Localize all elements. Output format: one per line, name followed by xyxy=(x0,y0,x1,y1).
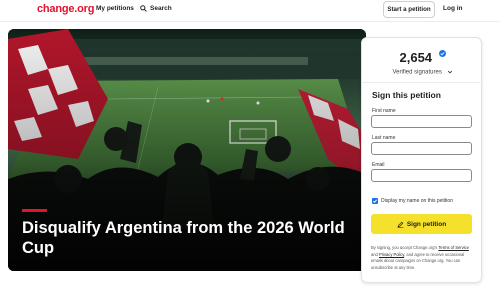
display-name-checkbox[interactable] xyxy=(372,198,378,204)
signature-count-row: 2,654 xyxy=(362,49,483,67)
legal-disclaimer: By signing, you accept Change.org's Term… xyxy=(371,245,475,271)
signature-count: 2,654 xyxy=(399,50,433,65)
display-name-label: Display my name on this petition xyxy=(381,198,453,204)
my-petitions-link[interactable]: My petitions xyxy=(96,5,134,12)
search-icon xyxy=(140,5,147,12)
privacy-policy-link[interactable]: Privacy Policy xyxy=(379,252,404,257)
sign-petition-button[interactable]: Sign petition xyxy=(371,214,472,234)
email-label: Email xyxy=(372,162,385,168)
login-link[interactable]: Log in xyxy=(443,5,463,12)
title-accent-bar xyxy=(22,209,47,212)
search-link[interactable]: Search xyxy=(140,5,172,12)
first-name-field[interactable] xyxy=(371,115,472,128)
petition-hero-image: Disqualify Argentina from the 2026 World… xyxy=(8,29,366,271)
email-field[interactable] xyxy=(371,169,472,182)
card-divider xyxy=(362,82,483,83)
sign-form-heading: Sign this petition xyxy=(372,90,441,100)
change-org-logo[interactable]: change.org xyxy=(37,3,94,15)
verified-signatures-label: Verified signatures xyxy=(392,69,442,76)
search-label: Search xyxy=(150,5,172,12)
petition-title: Disqualify Argentina from the 2026 World… xyxy=(22,219,345,257)
legal-text-1: By signing, you accept Change.org's xyxy=(371,245,439,250)
sign-petition-label: Sign petition xyxy=(406,220,447,228)
pen-icon xyxy=(397,221,404,228)
verified-signatures-toggle[interactable]: Verified signatures xyxy=(362,69,483,76)
chevron-down-icon xyxy=(447,70,452,74)
sign-petition-card: 2,654 Verified signatures Sign this peti… xyxy=(361,37,483,283)
first-name-label: First name xyxy=(372,108,396,114)
top-nav: change.org My petitions Search Start a p… xyxy=(0,0,500,22)
checkmark-icon xyxy=(372,199,378,204)
last-name-label: Last name xyxy=(372,135,396,141)
start-petition-button[interactable]: Start a petition xyxy=(383,1,435,18)
last-name-field[interactable] xyxy=(371,142,472,155)
terms-of-service-link[interactable]: Terms of Service xyxy=(438,245,468,250)
verified-badge-icon xyxy=(438,50,446,57)
legal-text-2: and xyxy=(371,251,379,257)
